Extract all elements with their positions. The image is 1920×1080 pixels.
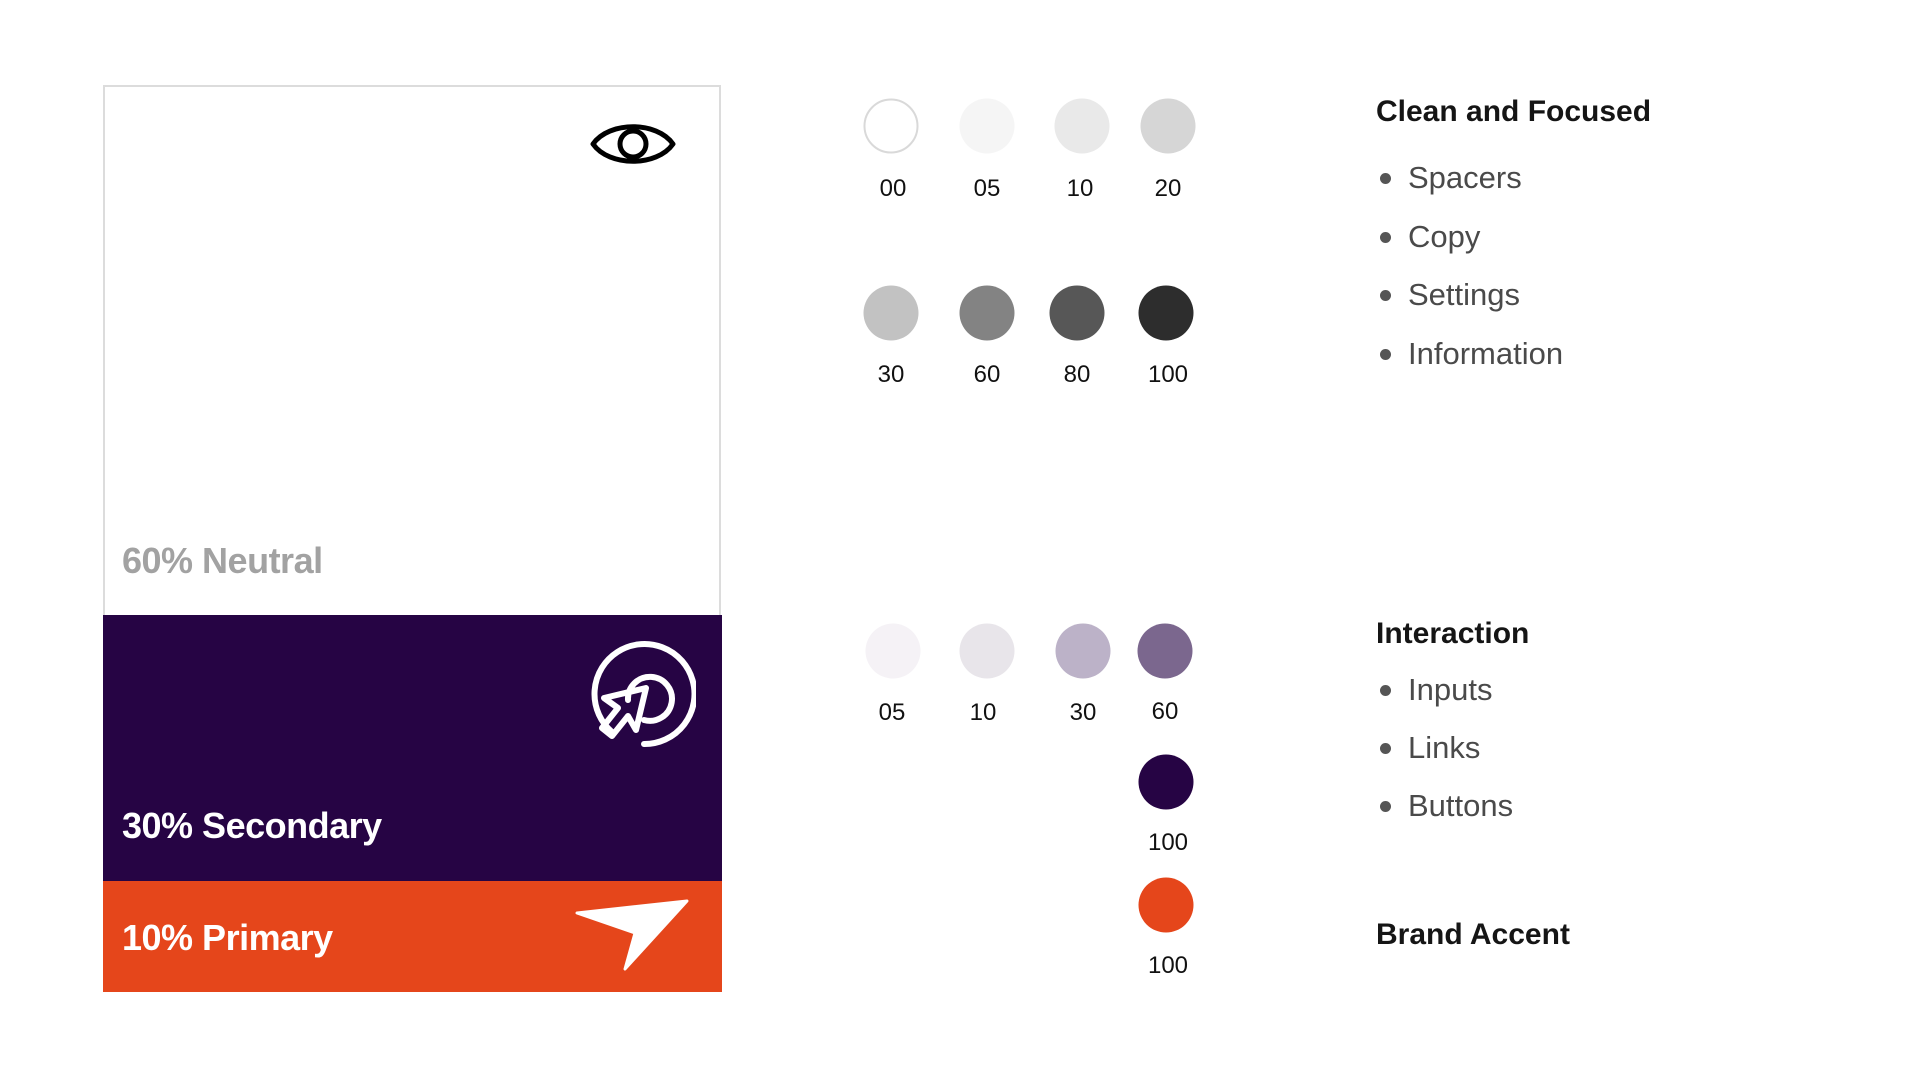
bullet-icon	[1380, 684, 1391, 696]
swatch-neutral-100	[1138, 285, 1194, 341]
swatch-label: 100	[1147, 361, 1189, 388]
secondary-heading: Interaction	[1376, 617, 1530, 650]
list-item: Links	[1380, 730, 1480, 766]
swatch-label: 30	[877, 361, 905, 388]
swatch-secondary-100	[1138, 754, 1194, 810]
list-item: Spacers	[1380, 160, 1522, 196]
swatch-label: 10	[969, 699, 997, 726]
swatch-label: 05	[878, 699, 906, 726]
swatch-label: 60	[973, 361, 1001, 388]
list-item: Inputs	[1380, 672, 1492, 708]
swatch-label: 60	[1151, 698, 1179, 725]
swatch-label: 05	[973, 175, 1001, 202]
swatch-label: 100	[1147, 829, 1189, 856]
swatch-label: 10	[1066, 175, 1094, 202]
swatch-neutral-80	[1049, 285, 1105, 341]
secondary-label: 30% Secondary	[122, 805, 382, 846]
swatch-neutral-05	[959, 98, 1015, 154]
swatch-label: 30	[1069, 699, 1097, 726]
swatch-label: 00	[879, 175, 907, 202]
neutral-heading: Clean and Focused	[1376, 95, 1652, 128]
target-cursor-icon	[582, 640, 696, 754]
swatch-neutral-20	[1140, 98, 1196, 154]
list-item: Settings	[1380, 277, 1520, 313]
swatch-neutral-60	[959, 285, 1015, 341]
swatch-secondary-10	[959, 623, 1015, 679]
swatch-neutral-00	[863, 98, 919, 154]
swatch-secondary-05	[865, 623, 921, 679]
primary-label: 10% Primary	[122, 917, 333, 958]
swatch-secondary-30	[1055, 623, 1111, 679]
swatch-primary-100	[1138, 877, 1194, 933]
eye-icon	[589, 115, 677, 173]
list-item: Information	[1380, 336, 1563, 372]
primary-heading: Brand Accent	[1376, 918, 1570, 951]
neutral-section: 60% Neutral	[103, 85, 722, 615]
swatch-secondary-60	[1137, 623, 1193, 679]
send-arrow-icon	[573, 899, 693, 971]
swatch-neutral-10	[1054, 98, 1110, 154]
swatch-neutral-30	[863, 285, 919, 341]
neutral-label: 60% Neutral	[122, 540, 323, 581]
bullet-icon	[1380, 742, 1391, 754]
bullet-icon	[1380, 800, 1391, 812]
list-item: Buttons	[1380, 788, 1513, 824]
bullet-icon	[1380, 231, 1391, 243]
swatch-label: 80	[1063, 361, 1091, 388]
primary-section: 10% Primary	[103, 881, 722, 992]
swatch-label: 20	[1154, 175, 1182, 202]
secondary-section: 30% Secondary	[103, 615, 722, 881]
bullet-icon	[1380, 289, 1391, 301]
bullet-icon	[1380, 348, 1391, 360]
bullet-icon	[1380, 172, 1391, 184]
swatch-label: 100	[1147, 952, 1189, 979]
list-item: Copy	[1380, 219, 1480, 255]
